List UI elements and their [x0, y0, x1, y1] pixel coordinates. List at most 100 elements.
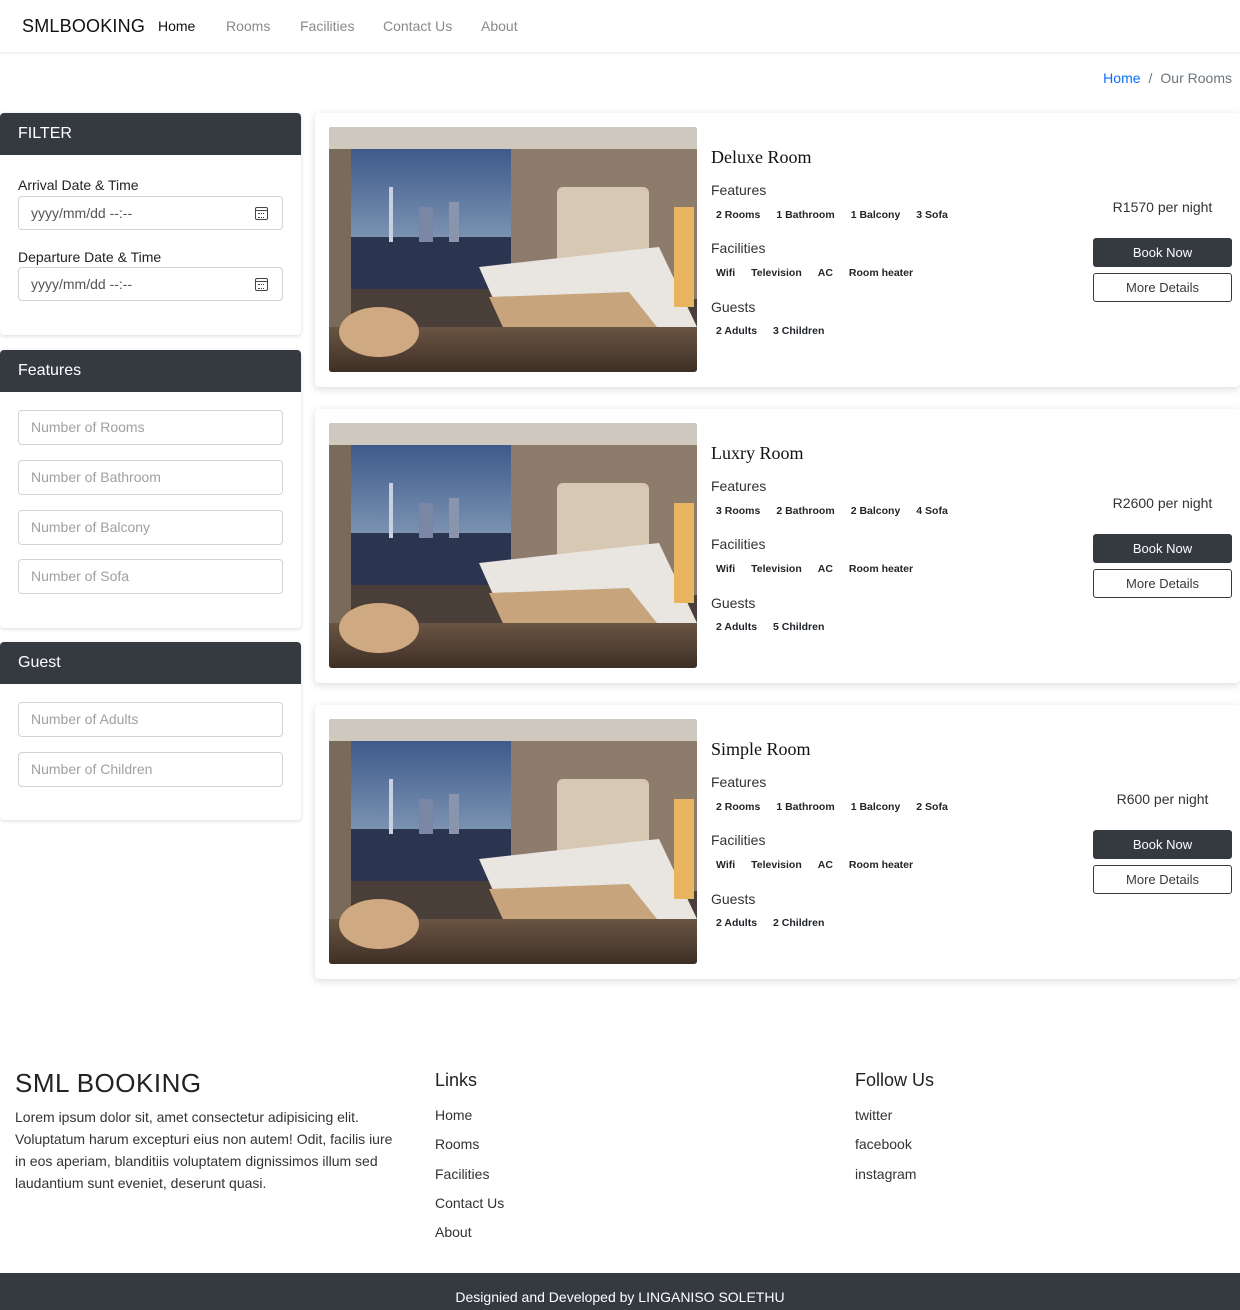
- brand-logo[interactable]: SMLBOOKING: [22, 16, 145, 37]
- feature-badge: 1 Bathroom: [771, 207, 840, 223]
- bathroom-count-input[interactable]: Number of Bathroom: [18, 460, 283, 495]
- nav-link-facilities[interactable]: Facilities: [300, 18, 354, 34]
- balcony-count-input[interactable]: Number of Balcony: [18, 510, 283, 545]
- feature-badge: 1 Bathroom: [771, 799, 840, 815]
- breadcrumb-current: Our Rooms: [1160, 70, 1232, 86]
- facility-badge: Wifi: [711, 265, 741, 281]
- book-now-button[interactable]: Book Now: [1093, 830, 1232, 859]
- book-now-button[interactable]: Book Now: [1093, 534, 1232, 563]
- rooms-count-input[interactable]: Number of Rooms: [18, 410, 283, 445]
- breadcrumb-home[interactable]: Home: [1103, 70, 1140, 86]
- footer-link-rooms[interactable]: Rooms: [435, 1136, 479, 1152]
- feature-badge: 3 Sofa: [911, 207, 953, 223]
- room-image: [329, 127, 697, 372]
- room-card: Luxry Room Features 3 Rooms 2 Bathroom 2 B…: [315, 409, 1240, 683]
- room-title: Deluxe Room: [711, 147, 812, 167]
- guest-badge: 2 Adults: [711, 915, 763, 931]
- more-details-button[interactable]: More Details: [1093, 273, 1232, 302]
- guest-badge: 2 Children: [768, 915, 830, 931]
- guests-label: Guests: [711, 891, 756, 907]
- nav-link-home[interactable]: Home: [158, 18, 195, 34]
- feature-badge: 1 Balcony: [845, 799, 906, 815]
- breadcrumb-separator: /: [1148, 70, 1153, 86]
- more-details-button[interactable]: More Details: [1093, 865, 1232, 894]
- facility-badge: AC: [812, 857, 838, 873]
- nav-link-about[interactable]: About: [481, 18, 518, 34]
- features-label: Features: [711, 182, 767, 198]
- sofa-count-input[interactable]: Number of Sofa: [18, 559, 283, 594]
- departure-datetime-input[interactable]: yyyy/mm/dd --:--: [18, 267, 283, 301]
- filter-panel: FILTER Arrival Date & Time yyyy/mm/dd --…: [0, 113, 301, 335]
- guest-panel-title: Guest: [0, 642, 301, 684]
- departure-label: Departure Date & Time: [18, 249, 162, 265]
- guests-badges: 2 Adults 5 Children: [711, 619, 830, 635]
- room-price: R2600 per night: [1112, 495, 1213, 511]
- facility-badge: Television: [746, 857, 807, 873]
- features-panel-title: Features: [0, 350, 301, 392]
- children-count-input[interactable]: Number of Children: [18, 752, 283, 787]
- footer-link-facilities[interactable]: Facilities: [435, 1166, 489, 1182]
- facility-badge: Room heater: [843, 265, 919, 281]
- guests-label: Guests: [711, 595, 756, 611]
- guest-badge: 3 Children: [768, 323, 830, 339]
- features-badges: 2 Rooms 1 Bathroom 1 Balcony 3 Sofa: [711, 207, 953, 223]
- facility-badge: Television: [746, 561, 807, 577]
- filter-panel-title: FILTER: [0, 113, 301, 155]
- guest-badge: 5 Children: [768, 619, 830, 635]
- features-panel: Features Number of Rooms Number of Bathr…: [0, 350, 301, 628]
- arrival-datetime-input[interactable]: yyyy/mm/dd --:--: [18, 196, 283, 230]
- guest-badge: 2 Adults: [711, 323, 763, 339]
- facilities-badges: Wifi Television AC Room heater: [711, 561, 919, 577]
- guests-badges: 2 Adults 2 Children: [711, 915, 830, 931]
- room-price: R600 per night: [1116, 791, 1209, 807]
- footer-credit: Designied and Developed by LINGANISO SOL…: [0, 1273, 1240, 1310]
- departure-placeholder: yyyy/mm/dd --:--: [31, 276, 133, 292]
- feature-badge: 4 Sofa: [911, 503, 953, 519]
- feature-badge: 2 Bathroom: [771, 503, 840, 519]
- feature-badge: 2 Sofa: [911, 799, 953, 815]
- footer-link-twitter[interactable]: twitter: [855, 1107, 892, 1123]
- facility-badge: AC: [812, 561, 838, 577]
- footer-link-contact[interactable]: Contact Us: [435, 1195, 504, 1211]
- arrival-placeholder: yyyy/mm/dd --:--: [31, 205, 133, 221]
- footer-link-home[interactable]: Home: [435, 1107, 472, 1123]
- room-card: Deluxe Room Features 2 Rooms 1 Bathroom 1 …: [315, 113, 1240, 387]
- facilities-badges: Wifi Television AC Room heater: [711, 857, 919, 873]
- guest-panel: Guest Number of Adults Number of Childre…: [0, 642, 301, 820]
- footer-link-about[interactable]: About: [435, 1224, 472, 1240]
- facilities-label: Facilities: [711, 536, 766, 552]
- nav-link-rooms[interactable]: Rooms: [226, 18, 270, 34]
- guest-badge: 2 Adults: [711, 619, 763, 635]
- room-title: Luxry Room: [711, 443, 804, 463]
- facility-badge: Room heater: [843, 857, 919, 873]
- feature-badge: 1 Balcony: [845, 207, 906, 223]
- feature-badge: 3 Rooms: [711, 503, 766, 519]
- facilities-label: Facilities: [711, 240, 766, 256]
- footer-link-instagram[interactable]: instagram: [855, 1166, 916, 1182]
- feature-badge: 2 Rooms: [711, 799, 766, 815]
- facility-badge: Room heater: [843, 561, 919, 577]
- room-price: R1570 per night: [1112, 199, 1213, 215]
- feature-badge: 2 Balcony: [845, 503, 906, 519]
- footer-links-heading: Links: [435, 1070, 478, 1090]
- adults-count-input[interactable]: Number of Adults: [18, 702, 283, 737]
- more-details-button[interactable]: More Details: [1093, 569, 1232, 598]
- room-title: Simple Room: [711, 739, 811, 759]
- guests-label: Guests: [711, 299, 756, 315]
- facility-badge: Television: [746, 265, 807, 281]
- features-badges: 3 Rooms 2 Bathroom 2 Balcony 4 Sofa: [711, 503, 953, 519]
- calendar-icon[interactable]: [255, 207, 268, 220]
- calendar-icon[interactable]: [255, 278, 268, 291]
- guests-badges: 2 Adults 3 Children: [711, 323, 830, 339]
- footer-link-facebook[interactable]: facebook: [855, 1136, 912, 1152]
- book-now-button[interactable]: Book Now: [1093, 238, 1232, 267]
- nav-link-contact[interactable]: Contact Us: [383, 18, 452, 34]
- features-label: Features: [711, 774, 767, 790]
- features-label: Features: [711, 478, 767, 494]
- room-image: [329, 719, 697, 964]
- facility-badge: Wifi: [711, 857, 741, 873]
- footer-description: Lorem ipsum dolor sit, amet consectetur …: [15, 1109, 393, 1191]
- breadcrumb: Home / Our Rooms: [1103, 70, 1232, 86]
- room-card: Simple Room Features 2 Rooms 1 Bathroom 1 …: [315, 705, 1240, 979]
- footer-follow-heading: Follow Us: [855, 1070, 935, 1090]
